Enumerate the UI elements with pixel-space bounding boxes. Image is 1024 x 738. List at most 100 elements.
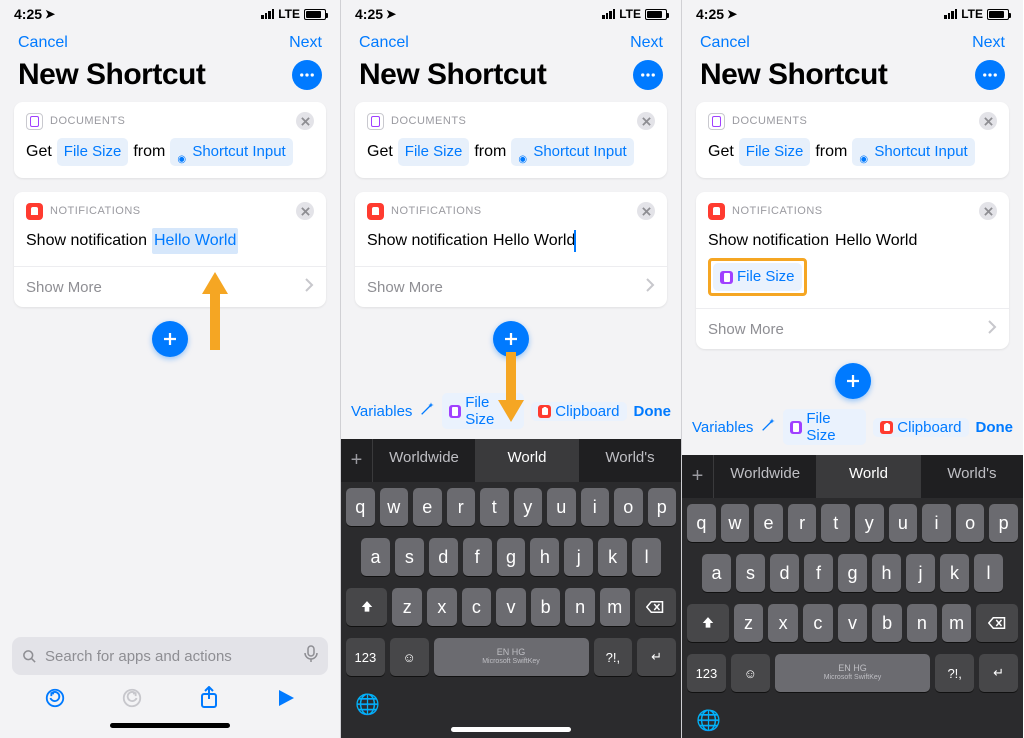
globe-icon[interactable]: 🌐 (696, 708, 721, 733)
cancel-button[interactable]: Cancel (700, 34, 750, 52)
magic-wand-icon[interactable] (760, 417, 776, 437)
add-action-button[interactable] (152, 321, 188, 357)
key-y[interactable]: y (514, 488, 543, 526)
key-w[interactable]: w (721, 504, 750, 542)
numbers-key[interactable]: 123 (687, 654, 726, 692)
prediction-plus[interactable]: + (682, 455, 714, 498)
key-v[interactable]: v (496, 588, 526, 626)
home-indicator[interactable] (110, 723, 230, 728)
key-z[interactable]: z (392, 588, 422, 626)
key-y[interactable]: y (855, 504, 884, 542)
key-s[interactable]: s (395, 538, 424, 576)
more-button[interactable] (292, 60, 322, 90)
shift-key[interactable] (687, 604, 729, 642)
clipboard-variable[interactable]: Clipboard (531, 402, 626, 421)
punct-key[interactable]: ?!, (935, 654, 974, 692)
prediction-3[interactable]: World's (579, 439, 681, 482)
share-button[interactable] (196, 685, 222, 711)
prediction-1[interactable]: Worldwide (373, 439, 476, 482)
remove-documents-button[interactable] (637, 112, 655, 130)
key-u[interactable]: u (547, 488, 576, 526)
remove-notifications-button[interactable] (979, 202, 997, 220)
key-j[interactable]: j (564, 538, 593, 576)
key-k[interactable]: k (940, 554, 969, 592)
more-button[interactable] (975, 60, 1005, 90)
key-n[interactable]: n (565, 588, 595, 626)
filesize-variable[interactable]: File Size (783, 409, 866, 445)
key-x[interactable]: x (427, 588, 457, 626)
show-more-row[interactable]: Show More (696, 308, 1009, 349)
key-h[interactable]: h (872, 554, 901, 592)
key-d[interactable]: d (429, 538, 458, 576)
done-button[interactable]: Done (976, 419, 1014, 436)
filesize-pill[interactable]: File Size (398, 138, 470, 166)
shortcut-input-pill[interactable]: ◉Shortcut Input (170, 138, 292, 166)
key-e[interactable]: e (413, 488, 442, 526)
space-key[interactable]: EN HGMicrosoft SwiftKey (434, 638, 589, 676)
key-v[interactable]: v (838, 604, 868, 642)
magic-wand-icon[interactable] (419, 401, 435, 421)
key-s[interactable]: s (736, 554, 765, 592)
hello-world-text[interactable]: Hello World (835, 228, 917, 254)
backspace-key[interactable] (976, 604, 1018, 642)
key-m[interactable]: m (942, 604, 972, 642)
mic-icon[interactable] (304, 645, 318, 667)
hello-world-editing[interactable]: Hello World (493, 228, 575, 254)
key-d[interactable]: d (770, 554, 799, 592)
key-i[interactable]: i (922, 504, 951, 542)
key-j[interactable]: j (906, 554, 935, 592)
clipboard-variable[interactable]: Clipboard (873, 418, 968, 437)
filesize-pill[interactable]: File Size (739, 138, 811, 166)
key-c[interactable]: c (803, 604, 833, 642)
backspace-key[interactable] (635, 588, 676, 626)
remove-documents-button[interactable] (979, 112, 997, 130)
key-b[interactable]: b (872, 604, 902, 642)
key-l[interactable]: l (974, 554, 1003, 592)
key-h[interactable]: h (530, 538, 559, 576)
prediction-1[interactable]: Worldwide (714, 455, 817, 498)
next-button[interactable]: Next (630, 34, 663, 52)
key-l[interactable]: l (632, 538, 661, 576)
redo-button[interactable] (119, 685, 145, 711)
add-action-button[interactable] (835, 363, 871, 399)
space-key[interactable]: EN HGMicrosoft SwiftKey (775, 654, 931, 692)
show-more-row[interactable]: Show More (355, 266, 667, 307)
hello-world-selected[interactable]: Hello World (152, 228, 238, 254)
filesize-pill[interactable]: File Size (57, 138, 129, 166)
key-q[interactable]: q (687, 504, 716, 542)
filesize-variable-inserted[interactable]: File Size (713, 263, 802, 291)
key-p[interactable]: p (989, 504, 1018, 542)
shortcut-input-pill[interactable]: ◉Shortcut Input (511, 138, 633, 166)
key-w[interactable]: w (380, 488, 409, 526)
numbers-key[interactable]: 123 (346, 638, 385, 676)
key-g[interactable]: g (838, 554, 867, 592)
return-key[interactable]: ↵ (637, 638, 676, 676)
prediction-2[interactable]: World (476, 439, 579, 482)
done-button[interactable]: Done (634, 403, 672, 420)
variables-link[interactable]: Variables (351, 403, 412, 420)
remove-notifications-button[interactable] (637, 202, 655, 220)
shift-key[interactable] (346, 588, 387, 626)
punct-key[interactable]: ?!, (594, 638, 633, 676)
key-n[interactable]: n (907, 604, 937, 642)
key-i[interactable]: i (581, 488, 610, 526)
key-e[interactable]: e (754, 504, 783, 542)
key-a[interactable]: a (702, 554, 731, 592)
key-x[interactable]: x (768, 604, 798, 642)
key-k[interactable]: k (598, 538, 627, 576)
key-g[interactable]: g (497, 538, 526, 576)
more-button[interactable] (633, 60, 663, 90)
key-b[interactable]: b (531, 588, 561, 626)
search-field[interactable]: Search for apps and actions (12, 637, 328, 675)
key-t[interactable]: t (480, 488, 509, 526)
emoji-key[interactable]: ☺ (731, 654, 770, 692)
key-u[interactable]: u (889, 504, 918, 542)
variables-link[interactable]: Variables (692, 419, 753, 436)
key-o[interactable]: o (614, 488, 643, 526)
show-more-row[interactable]: Show More (14, 266, 326, 307)
key-p[interactable]: p (648, 488, 677, 526)
cancel-button[interactable]: Cancel (18, 34, 68, 52)
prediction-3[interactable]: World's (921, 455, 1023, 498)
key-a[interactable]: a (361, 538, 390, 576)
play-button[interactable] (273, 685, 299, 711)
